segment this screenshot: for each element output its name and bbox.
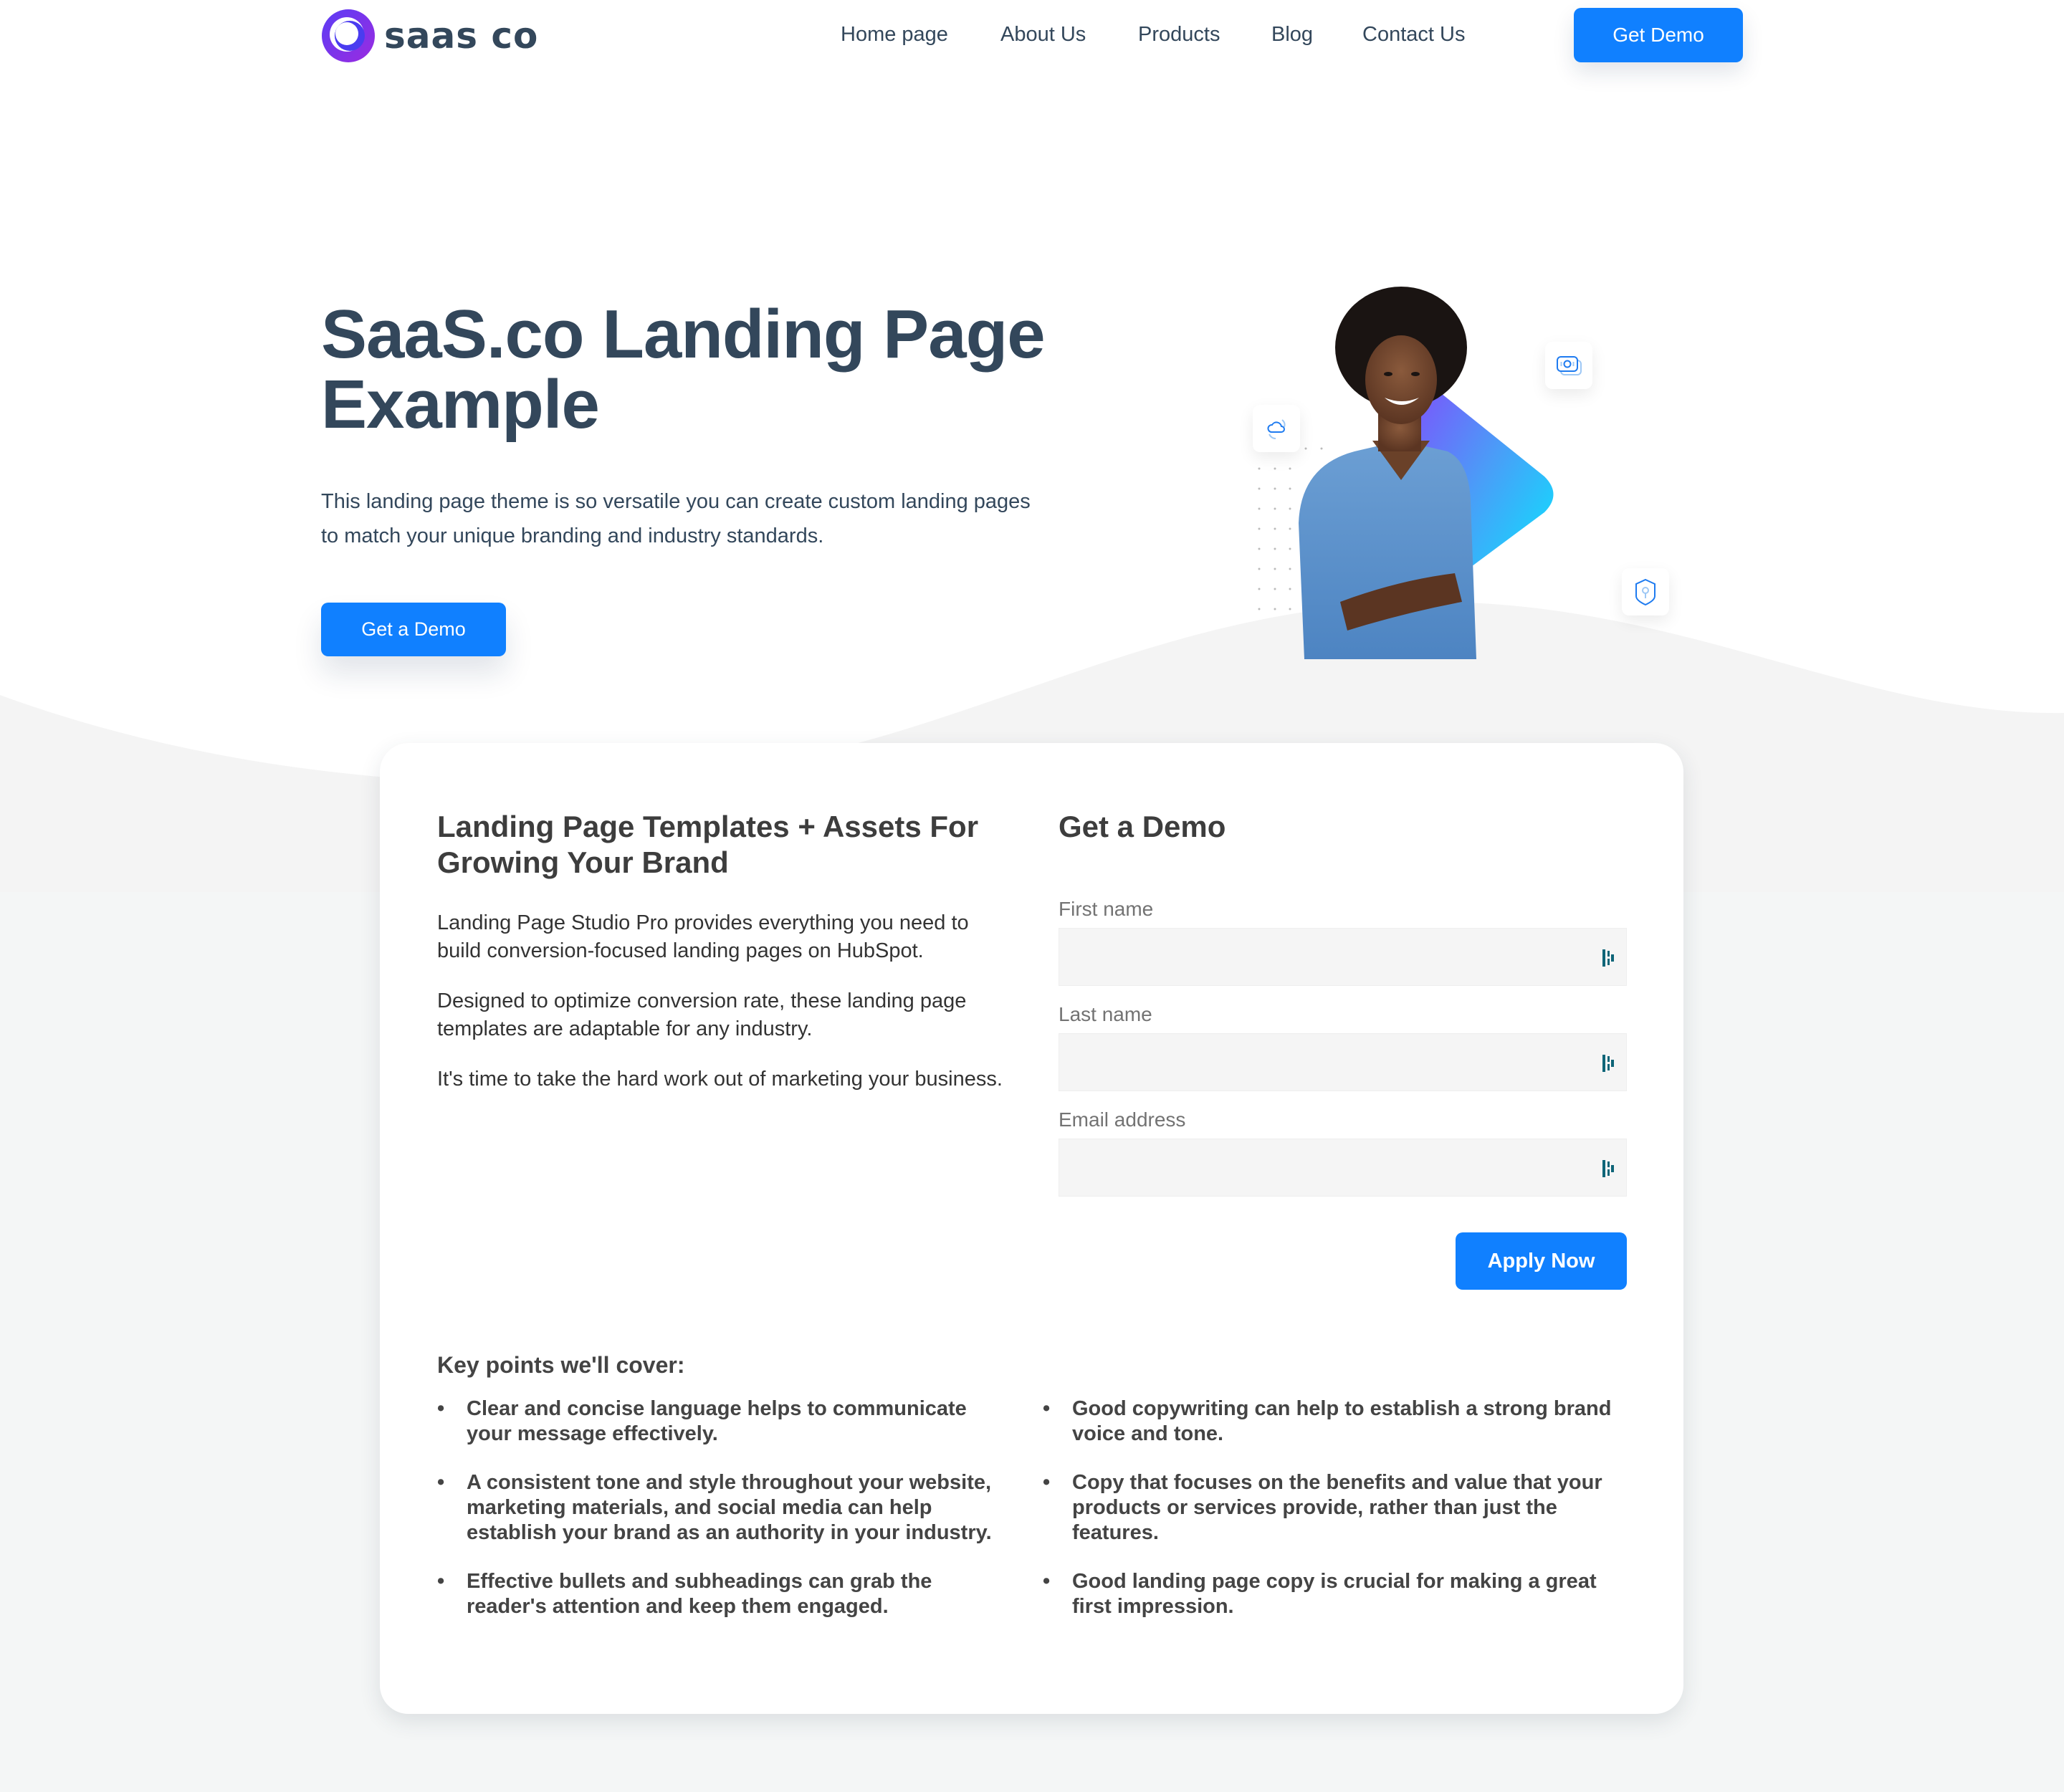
hero-subtitle: This landing page theme is so versatile … xyxy=(321,490,1031,547)
intro-paragraph: It's time to take the hard work out of m… xyxy=(437,1068,1003,1091)
shield-card xyxy=(1622,568,1669,615)
list-item: Effective bullets and subheadings can gr… xyxy=(437,1569,1003,1619)
hero-get-demo-button[interactable]: Get a Demo xyxy=(321,603,506,656)
key-points-list-left: Clear and concise language helps to comm… xyxy=(437,1396,1003,1643)
templates-heading: Landing Page Templates + Assets For Grow… xyxy=(437,810,979,879)
cloud-sync-icon xyxy=(1267,419,1286,439)
list-item: A consistent tone and style throughout y… xyxy=(437,1470,1003,1546)
last-name-field-wrapper xyxy=(1059,1033,1627,1091)
password-manager-icon[interactable] xyxy=(1602,949,1616,967)
first-name-label: First name xyxy=(1059,898,1154,920)
list-item: Good copywriting can help to establish a… xyxy=(1043,1396,1630,1447)
intro-paragraph: Landing Page Studio Pro provides everyth… xyxy=(437,911,969,962)
demo-form: First name Last name Email address xyxy=(1059,893,1627,1211)
email-input[interactable] xyxy=(1059,1139,1626,1196)
demo-form-heading: Get a Demo xyxy=(1059,810,1226,843)
password-manager-icon[interactable] xyxy=(1602,1054,1616,1073)
hero-illustration xyxy=(1218,287,1720,659)
list-item: Good landing page copy is crucial for ma… xyxy=(1043,1569,1630,1619)
list-item: Clear and concise language helps to comm… xyxy=(437,1396,1003,1447)
intro-paragraph: Designed to optimize conversion rate, th… xyxy=(437,990,967,1040)
key-points-list-right: Good copywriting can help to establish a… xyxy=(1043,1396,1630,1643)
last-name-input[interactable] xyxy=(1059,1034,1626,1091)
password-manager-icon[interactable] xyxy=(1602,1159,1616,1178)
key-points-title: Key points we'll cover: xyxy=(437,1352,685,1378)
site-header: saas co Home page About Us Products Blog… xyxy=(0,0,2064,72)
header-get-demo-button[interactable]: Get Demo xyxy=(1574,8,1743,62)
nav-home[interactable]: Home page xyxy=(841,20,948,49)
intro-text: Landing Page Studio Pro provides everyth… xyxy=(437,909,1010,1116)
apply-now-button[interactable]: Apply Now xyxy=(1456,1232,1627,1290)
shield-key-icon xyxy=(1635,578,1656,606)
email-label: Email address xyxy=(1059,1108,1186,1131)
first-name-input[interactable] xyxy=(1059,929,1626,985)
list-item: Copy that focuses on the benefits and va… xyxy=(1043,1470,1630,1546)
camera-icon xyxy=(1557,356,1582,375)
content-card: Landing Page Templates + Assets For Grow… xyxy=(380,743,1683,1714)
first-name-field-wrapper xyxy=(1059,928,1627,986)
nav-contact[interactable]: Contact Us xyxy=(1362,20,1465,49)
camera-card xyxy=(1545,342,1592,389)
nav-blog[interactable]: Blog xyxy=(1271,20,1313,49)
cloud-sync-card xyxy=(1253,405,1300,452)
nav-about[interactable]: About Us xyxy=(1000,20,1086,49)
logo-icon xyxy=(322,9,375,62)
hero-title: SaaS.co Landing Page Example xyxy=(321,296,1046,443)
logo[interactable]: saas co xyxy=(321,9,538,63)
nav-products[interactable]: Products xyxy=(1138,20,1220,49)
person-photo xyxy=(1299,287,1476,659)
logo-text: saas co xyxy=(384,15,539,57)
email-field-wrapper xyxy=(1059,1139,1627,1197)
last-name-label: Last name xyxy=(1059,1003,1152,1025)
